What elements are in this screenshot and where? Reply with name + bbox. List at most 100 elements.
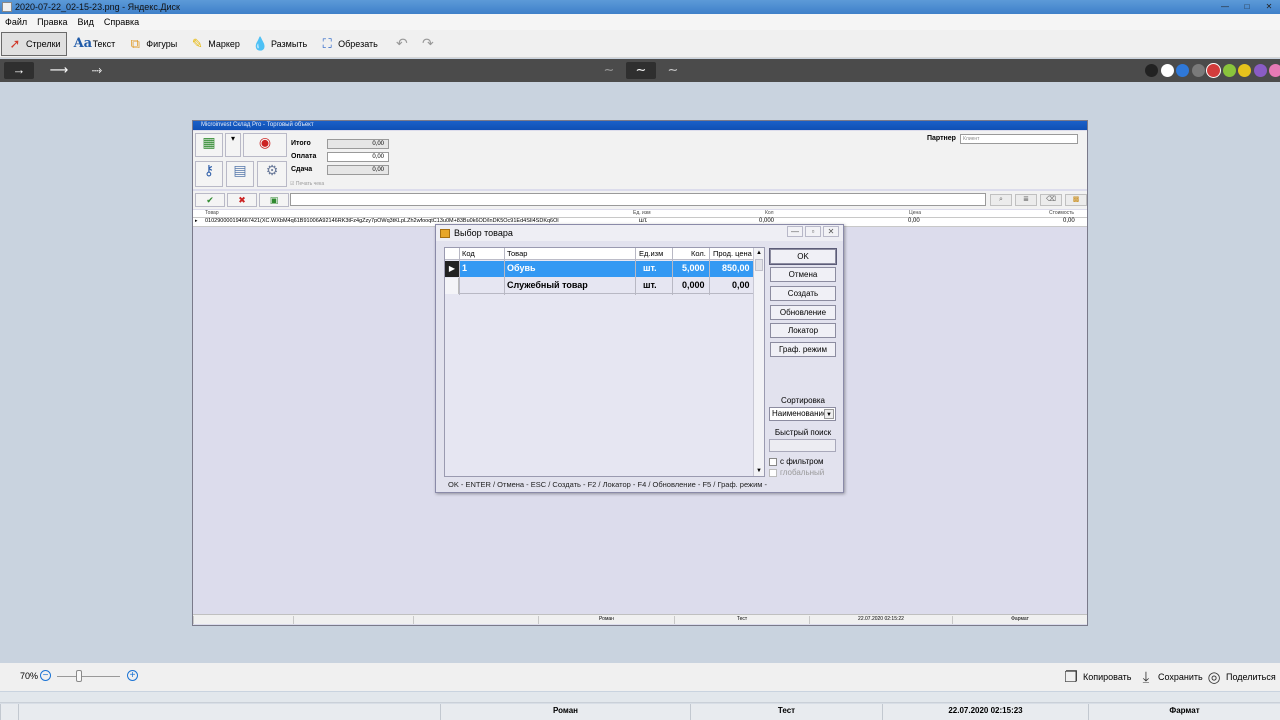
chevron-down-icon[interactable]: ▼ — [824, 409, 834, 419]
tool-arrows-label: Стрелки — [26, 38, 61, 49]
col-qty[interactable]: Кол — [765, 210, 774, 216]
menu-view[interactable]: Вид — [73, 17, 99, 27]
tool-text[interactable]: Aa Текст — [69, 32, 121, 56]
barcode-input[interactable] — [290, 193, 986, 206]
copy-button[interactable]: ❐ Копировать — [1063, 668, 1131, 686]
graphic-mode-button[interactable]: Граф. режим — [770, 342, 836, 357]
undo-icon[interactable]: ↶ — [391, 35, 413, 52]
tool-arrows[interactable]: ➚ Стрелки — [1, 31, 67, 56]
tool-blur[interactable]: 💧 Размыть — [247, 32, 312, 56]
checkbox-box[interactable] — [769, 468, 777, 477]
column-divider — [635, 248, 636, 295]
color-swatch[interactable] — [1253, 64, 1267, 77]
row-selector — [445, 278, 459, 294]
zoom-slider-thumb[interactable] — [76, 670, 83, 682]
locator-button[interactable]: Локатор — [770, 323, 836, 338]
arrow-style-dotted[interactable]: ⤑ — [82, 62, 112, 79]
tool-text-label: Текст — [92, 38, 116, 49]
col-price[interactable]: Цена — [909, 210, 921, 216]
menu-help[interactable]: Справка — [99, 17, 144, 27]
refresh-button[interactable]: Обновление — [770, 305, 836, 320]
maximize-button[interactable]: □ — [1236, 1, 1258, 13]
column-divider — [709, 248, 710, 295]
create-button[interactable]: Создать — [770, 286, 836, 301]
col-code[interactable]: Код — [462, 249, 475, 258]
share-button[interactable]: ◎ Поделиться — [1206, 668, 1275, 686]
global-checkbox[interactable]: глобальный — [769, 468, 824, 477]
tool-shapes[interactable]: ⧉ Фигуры — [122, 32, 182, 56]
arrow-style-thin[interactable]: ⟶ — [44, 62, 74, 79]
payment-label: Оплата — [291, 153, 317, 160]
save-button[interactable]: ⤓ Сохранить — [1138, 668, 1203, 686]
scan-tool-2-icon[interactable]: ≣ — [1015, 194, 1037, 206]
arrow-style-solid[interactable]: → — [4, 62, 34, 79]
app-status-cell — [193, 616, 293, 624]
thickness-thin[interactable]: ∼ — [594, 62, 624, 79]
cancel-button[interactable]: Отмена — [770, 267, 836, 282]
filter-checkbox[interactable]: с фильтром — [769, 457, 824, 466]
dialog-close-button[interactable]: ✕ — [823, 226, 839, 237]
cash-dropdown-icon[interactable]: ▾ — [225, 133, 241, 157]
delete-icon[interactable]: ✖ — [227, 193, 257, 207]
menu-edit[interactable]: Правка — [32, 17, 72, 27]
menu-file[interactable]: Файл — [0, 17, 32, 27]
card-icon[interactable]: ◉ — [243, 133, 287, 157]
sort-select[interactable]: Наименование ▼ — [769, 407, 836, 421]
settings-gear-icon[interactable]: ⚙ — [257, 161, 287, 187]
ok-button[interactable]: OK — [769, 248, 837, 265]
checkbox-box[interactable] — [769, 457, 777, 466]
scroll-thumb[interactable] — [755, 259, 763, 271]
col-product[interactable]: Товар — [507, 249, 527, 258]
col-qty[interactable]: Кол. — [691, 249, 706, 258]
confirm-icon[interactable]: ✔ — [195, 193, 225, 207]
color-swatch[interactable] — [1160, 64, 1174, 77]
scroll-down-icon[interactable]: ▼ — [754, 466, 764, 476]
grid-scrollbar[interactable]: ▲ ▼ — [753, 248, 764, 476]
color-swatch[interactable] — [1222, 64, 1236, 77]
copy-icon: ❐ — [1064, 669, 1078, 686]
row-pointer-icon: ▸ — [195, 218, 198, 224]
thickness-medium[interactable]: ∼ — [626, 62, 656, 79]
product-row[interactable]: ▶ 1 Обувь шт. 5,000 850,00 — [445, 261, 753, 277]
box-icon[interactable]: ▩ — [1065, 194, 1087, 206]
row-qty: 5,000 — [682, 263, 705, 273]
dialog-title-bar: Выбор товара — ▫ ✕ — [436, 225, 843, 241]
color-swatch[interactable] — [1145, 64, 1158, 77]
eraser-icon[interactable]: ⌫ — [1040, 194, 1062, 206]
zoom-in-icon[interactable]: + — [127, 670, 138, 681]
product-grid-header: Код Товар Ед.изм Кол. Прод. цена — [445, 248, 753, 260]
scan-tool-1-icon[interactable]: ⌕ — [990, 194, 1012, 206]
cash-icon[interactable]: ▦ — [195, 133, 223, 157]
quick-search-input[interactable] — [769, 439, 836, 452]
dialog-minimize-button[interactable]: — — [787, 226, 803, 237]
row-price: 0,00 — [908, 218, 920, 224]
col-unit[interactable]: Ед.изм — [639, 249, 663, 258]
color-swatch[interactable] — [1191, 64, 1205, 77]
col-unit[interactable]: Ед. изм — [633, 210, 651, 216]
thickness-thick[interactable]: ∼ — [658, 62, 688, 79]
col-price[interactable]: Прод. цена — [713, 249, 752, 258]
tool-crop[interactable]: ⛶ Обрезать — [314, 32, 383, 56]
color-swatch[interactable] — [1269, 64, 1280, 77]
color-swatch[interactable] — [1207, 64, 1220, 77]
scroll-up-icon[interactable]: ▲ — [754, 248, 764, 258]
redo-icon[interactable]: ↷ — [417, 35, 439, 52]
zoom-slider[interactable] — [57, 676, 120, 677]
copy-label: Копировать — [1083, 672, 1132, 682]
color-swatch[interactable] — [1238, 64, 1251, 77]
cart-icon[interactable]: ▣ — [259, 193, 289, 207]
print-receipt-checkbox[interactable]: ☑ Печать чека — [290, 181, 324, 187]
search-key-icon[interactable]: ⚷ — [195, 161, 223, 187]
partner-select[interactable]: Клиент — [960, 134, 1078, 144]
color-swatch[interactable] — [1176, 64, 1189, 77]
product-row[interactable]: Служебный товар шт. 0,000 0,00 — [445, 278, 753, 294]
document-icon[interactable]: ▤ — [226, 161, 254, 187]
zoom-out-icon[interactable]: − — [40, 670, 51, 681]
col-product[interactable]: Товар — [205, 210, 219, 216]
tool-marker[interactable]: ✎ Маркер — [184, 32, 245, 56]
minimize-button[interactable]: — — [1214, 1, 1236, 13]
dialog-maximize-button[interactable]: ▫ — [805, 226, 821, 237]
col-total[interactable]: Стоимость — [1049, 210, 1074, 216]
payment-value[interactable]: 0,00 — [327, 152, 389, 162]
close-button[interactable]: ✕ — [1258, 1, 1280, 13]
